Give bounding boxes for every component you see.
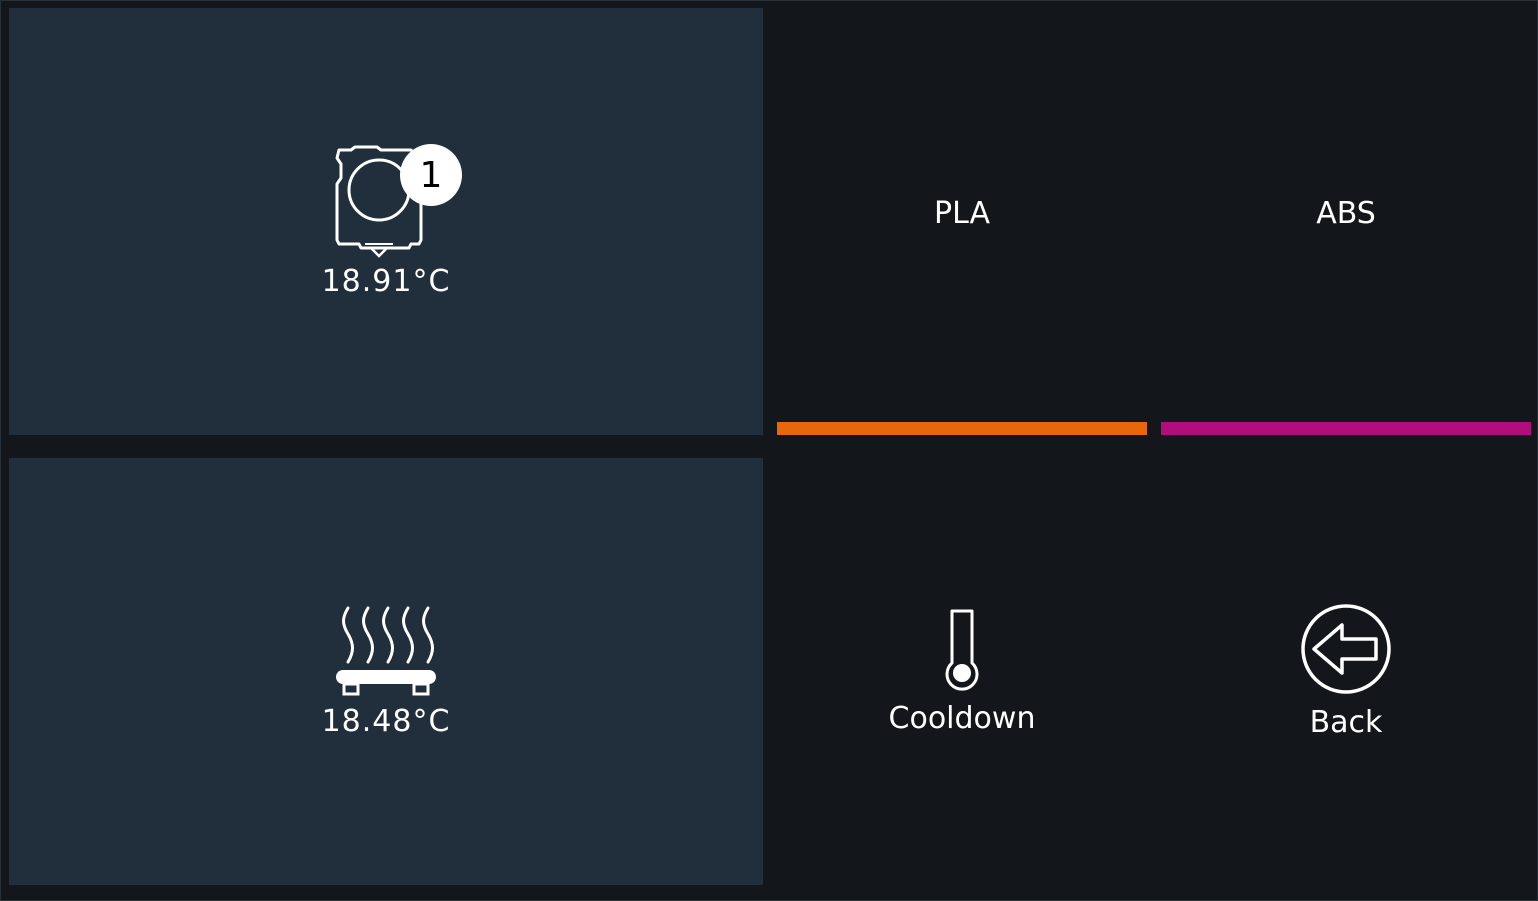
preset-color-bar <box>1161 422 1531 435</box>
temperature-screen: 1 18.91°C 18.48°C PLA ABS Cooldown Back <box>0 0 1538 901</box>
cooldown-label: Cooldown <box>888 701 1036 736</box>
back-arrow-icon <box>1300 603 1392 699</box>
extruder-icon: 1 <box>331 144 462 260</box>
tool-number-badge: 1 <box>400 144 462 206</box>
thermometer-icon <box>942 607 982 695</box>
bed-heater-button[interactable]: 18.48°C <box>9 458 763 885</box>
cooldown-button[interactable]: Cooldown <box>777 458 1147 885</box>
back-label: Back <box>1309 705 1383 740</box>
preset-abs-button[interactable]: ABS <box>1161 8 1531 435</box>
bed-temperature: 18.48°C <box>321 704 451 739</box>
extruder-temperature: 18.91°C <box>321 264 451 299</box>
heated-bed-icon <box>334 604 438 700</box>
back-button[interactable]: Back <box>1161 458 1531 885</box>
preset-label: PLA <box>933 196 990 231</box>
preset-label: ABS <box>1316 196 1376 231</box>
preset-pla-button[interactable]: PLA <box>777 8 1147 435</box>
extruder-heater-button[interactable]: 1 18.91°C <box>9 8 763 435</box>
preset-color-bar <box>777 422 1147 435</box>
